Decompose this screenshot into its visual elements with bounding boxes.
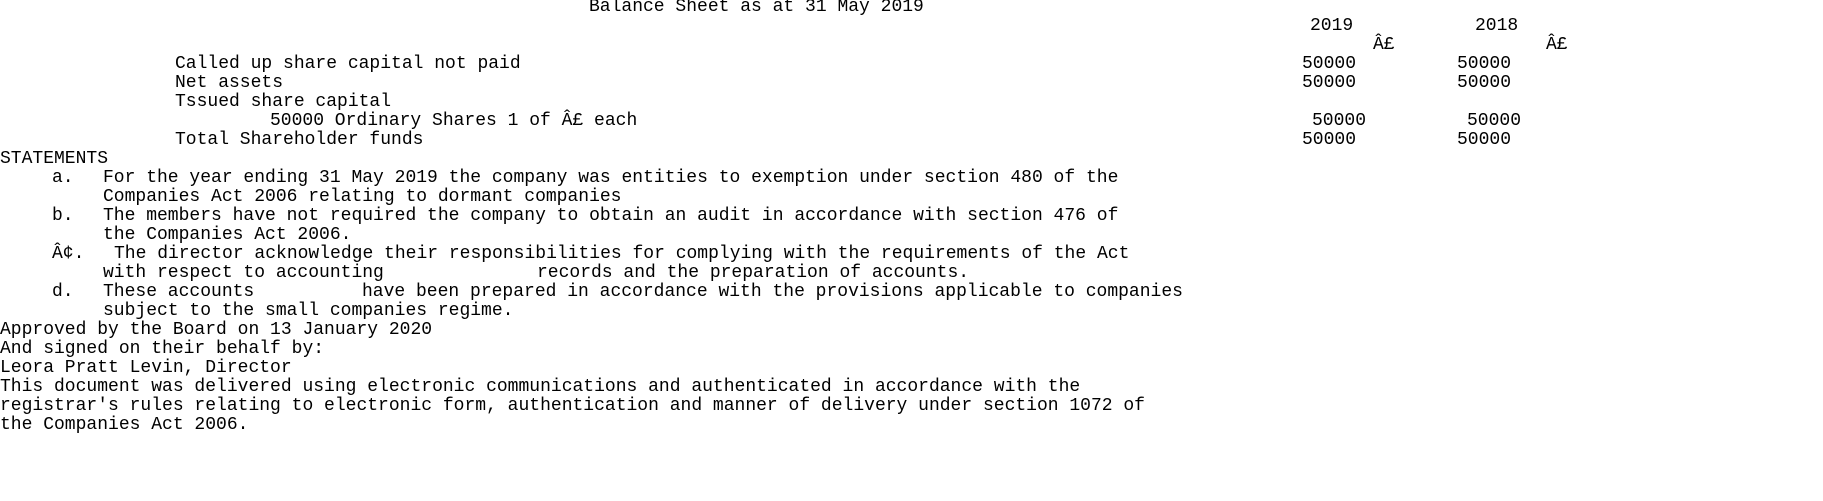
statement-marker: d. — [52, 282, 74, 302]
value-2018: 50000 — [1457, 130, 1512, 150]
value-2019: 50000 — [1302, 73, 1357, 93]
row-label: Total Shareholder funds — [175, 130, 424, 150]
footer-text: the Companies Act 2006. — [0, 415, 249, 435]
page-title: Balance Sheet as at 31 May 2019 — [589, 0, 924, 17]
statement-marker: a. — [52, 168, 74, 188]
value-2019: 50000 — [1302, 130, 1357, 150]
currency-label-2018: Â£ — [1546, 35, 1568, 55]
statement-marker: Â¢. — [52, 244, 85, 264]
currency-label-2019: Â£ — [1373, 35, 1395, 55]
value-2018: 50000 — [1457, 73, 1512, 93]
column-header-2018: 2018 — [1475, 16, 1519, 36]
statement-marker: b. — [52, 206, 74, 226]
column-header-2019: 2019 — [1310, 16, 1354, 36]
